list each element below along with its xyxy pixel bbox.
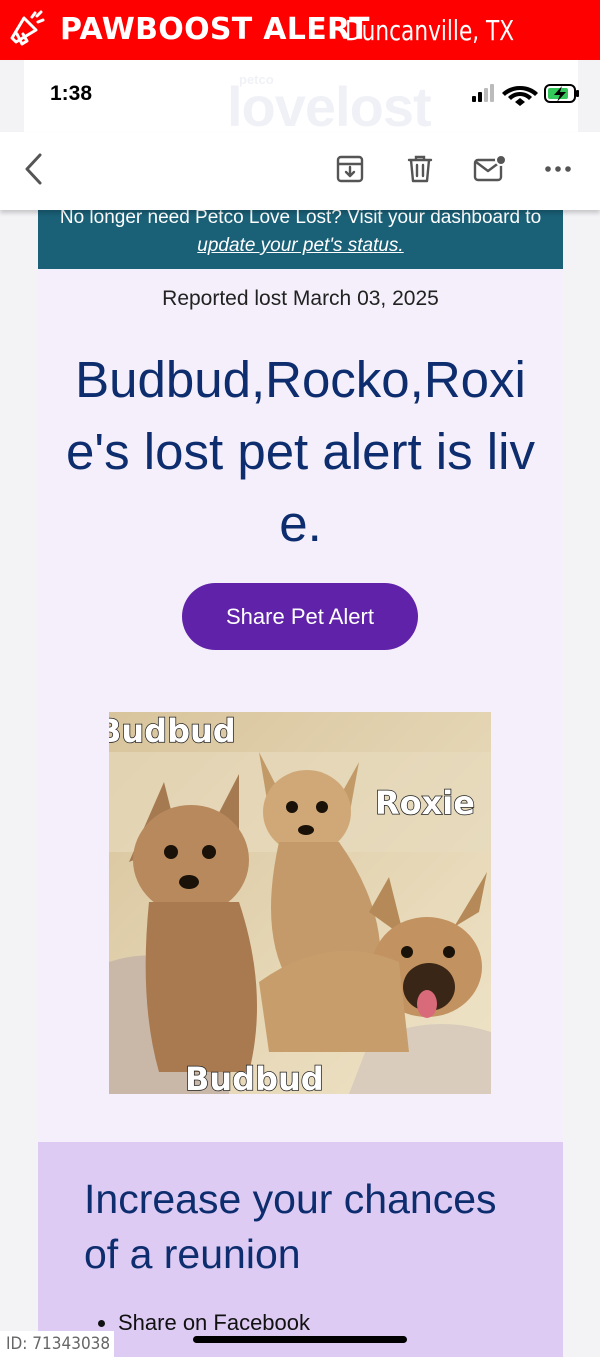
pawboost-banner: PAWBOOST ALERT Duncanville, TX xyxy=(0,0,600,60)
notice-text: No longer need Petco Love Lost? Visit yo… xyxy=(59,207,542,228)
more-icon xyxy=(545,166,571,172)
battery-charging-icon xyxy=(544,84,579,103)
wifi-icon xyxy=(502,86,538,106)
reunion-item-facebook[interactable]: Share on Facebook xyxy=(118,1310,310,1336)
home-indicator[interactable] xyxy=(193,1336,407,1343)
reunion-title: Increase your chances of a reunion xyxy=(84,1176,497,1277)
banner-location: Duncanville, TX xyxy=(345,14,515,47)
archive-icon xyxy=(336,155,364,183)
share-pet-alert-button[interactable]: Share Pet Alert xyxy=(182,583,418,650)
more-button[interactable] xyxy=(541,152,575,186)
photo-label-roxie: Roxie xyxy=(375,784,475,822)
status-icons xyxy=(472,84,579,106)
status-time: 1:38 xyxy=(50,82,93,105)
megaphone-icon xyxy=(10,10,45,46)
status-bar: 1:38 petco lovelost xyxy=(24,60,579,138)
reunion-list: Share on Facebook xyxy=(118,1310,310,1336)
update-status-link[interactable]: update your pet's status. xyxy=(197,235,403,256)
archive-button[interactable] xyxy=(333,152,367,186)
photo-label-budbud-bottom: Budbud xyxy=(185,1060,324,1094)
mark-unread-button[interactable] xyxy=(473,152,507,186)
signal-icon xyxy=(472,84,494,102)
mark-unread-icon xyxy=(473,154,507,182)
alert-headline: Budbud,Rocko,Roxie's lost pet alert is l… xyxy=(66,351,535,552)
photo-label-budbud-top: Budbud xyxy=(109,712,236,750)
banner-title: PAWBOOST ALERT xyxy=(60,12,370,47)
delete-button[interactable] xyxy=(403,152,437,186)
reported-date: Reported lost March 03, 2025 xyxy=(162,287,439,310)
petco-love-lost-watermark: petco lovelost xyxy=(179,70,469,138)
pet-photo[interactable]: Budbud Roxie Budbud xyxy=(109,712,491,1094)
watermark-big: lovelost xyxy=(227,75,432,138)
mail-toolbar xyxy=(0,132,600,210)
phone-screen: 1:38 petco lovelost No longer need Petco… xyxy=(0,60,600,1357)
email-body: No longer need Petco Love Lost? Visit yo… xyxy=(38,190,563,1357)
back-button[interactable] xyxy=(16,152,50,186)
reunion-section: Increase your chances of a reunion Share… xyxy=(38,1142,563,1357)
back-chevron-icon xyxy=(25,153,42,185)
trash-icon xyxy=(407,155,433,183)
pawboost-id: ID: 71343038 xyxy=(0,1331,114,1357)
